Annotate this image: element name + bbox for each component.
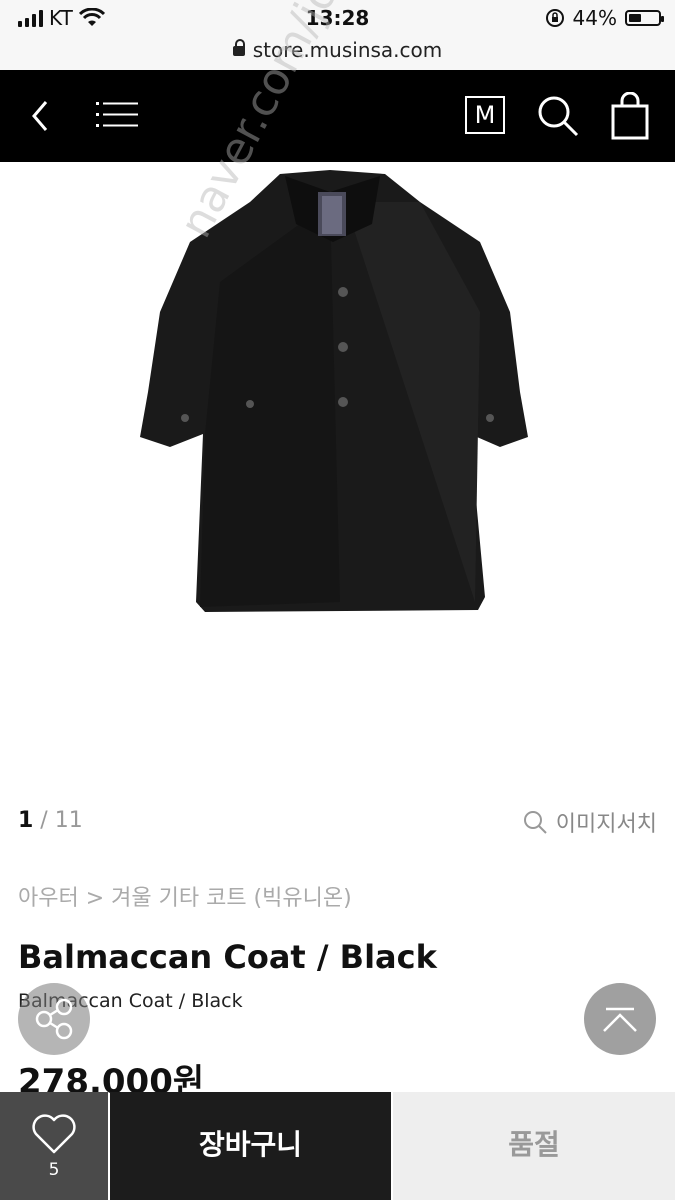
battery-icon [625, 10, 664, 26]
current-image-index: 1 [18, 808, 34, 833]
image-search-label: 이미지서치 [555, 812, 657, 837]
share-button[interactable] [18, 983, 90, 1055]
menu-icon[interactable] [96, 98, 138, 132]
lock-icon [232, 39, 245, 56]
scroll-top-button[interactable] [584, 983, 656, 1055]
image-search-button[interactable]: 이미지서치 [522, 806, 657, 838]
product-title: Balmaccan Coat / Black [18, 938, 437, 976]
bottom-action-bar: 5 장바구니 품절 [0, 1092, 675, 1200]
shopping-bag-icon[interactable] [610, 92, 650, 140]
battery-group: 44% [545, 6, 664, 30]
top-nav: M [0, 70, 675, 162]
musinsa-logo[interactable]: M [465, 96, 505, 134]
category-breadcrumb[interactable]: 아우터 > 겨울 기타 코트 (빅유니온) [18, 880, 352, 912]
search-icon[interactable] [536, 94, 580, 138]
heart-icon [32, 1114, 76, 1154]
total-images: 11 [54, 808, 83, 833]
url-bar[interactable]: store.musinsa.com [0, 38, 675, 62]
share-icon [35, 998, 73, 1040]
magnifier-icon [523, 811, 547, 834]
coat-image [140, 170, 528, 612]
back-icon[interactable] [24, 96, 60, 136]
like-count: 5 [48, 1160, 60, 1180]
product-image-gallery[interactable]: naver.com/joonggonara [0, 0, 675, 782]
image-counter: 1 / 11 [18, 808, 83, 833]
like-button[interactable]: 5 [0, 1092, 108, 1200]
battery-percent: 44% [572, 6, 617, 30]
arrow-up-icon [603, 1007, 637, 1032]
add-to-cart-button[interactable]: 장바구니 [110, 1092, 391, 1200]
counter-separator: / [33, 808, 55, 833]
soldout-button[interactable]: 품절 [393, 1092, 675, 1200]
rotation-lock-icon [545, 9, 564, 27]
